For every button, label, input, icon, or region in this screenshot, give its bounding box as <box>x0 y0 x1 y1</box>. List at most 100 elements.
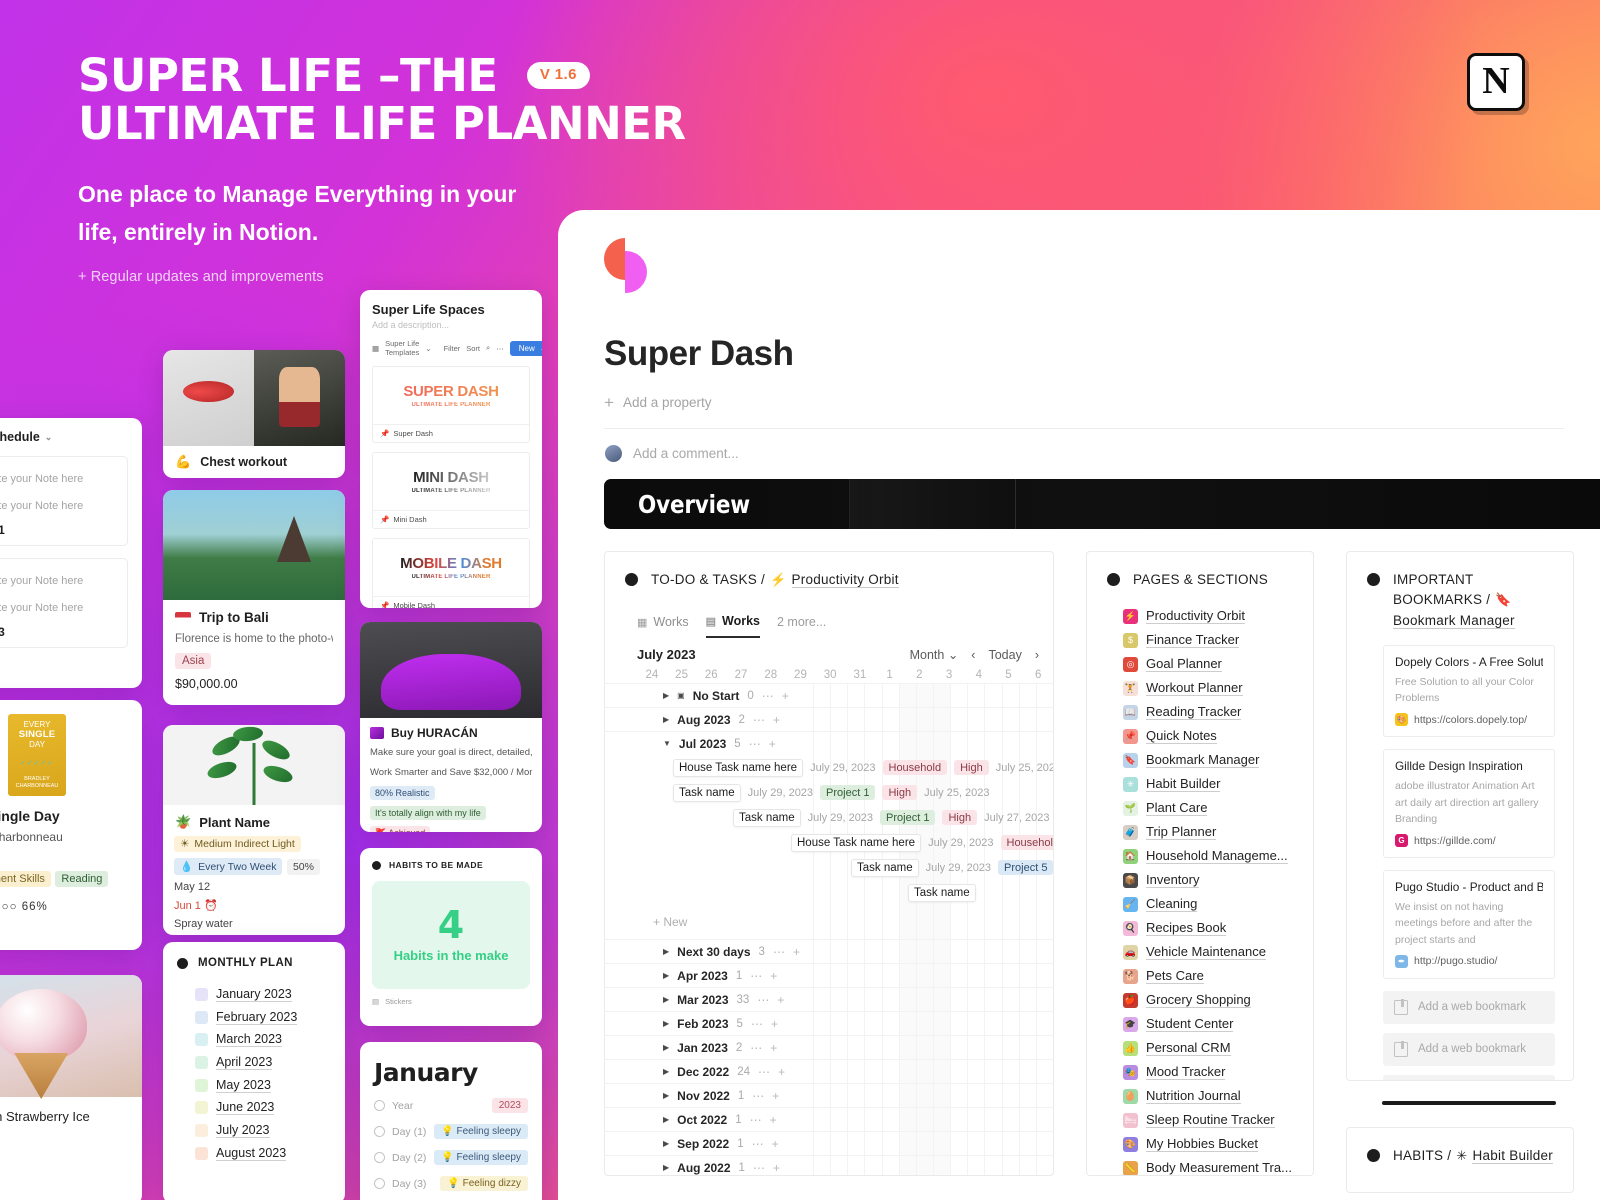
more-icon[interactable]: ⋯ <box>753 713 765 727</box>
add-icon[interactable]: + <box>778 1065 785 1079</box>
bookmark-url[interactable]: Ghttps://gillde.com/ <box>1395 834 1543 848</box>
task-name[interactable]: Task name <box>851 858 919 877</box>
triangle-right-icon[interactable]: ▶ <box>663 1115 669 1124</box>
month-link-item[interactable]: May 2023 <box>195 1074 345 1097</box>
triangle-right-icon[interactable]: ▶ <box>663 1043 669 1052</box>
add-icon[interactable]: + <box>777 993 784 1007</box>
page-link-item[interactable]: 👍 Personal CRM <box>1123 1036 1313 1060</box>
page-link-item[interactable]: ◎ Goal Planner <box>1123 652 1313 676</box>
study-schedule-card[interactable]: Study Schedule ⌄ Write your Note here Wr… <box>0 418 142 688</box>
page-link-item[interactable]: 🎨 My Hobbies Bucket <box>1123 1132 1313 1156</box>
timeline-group-row[interactable]: ▶ Mar 2023 33 ⋯ + <box>605 987 1053 1011</box>
bookmark-item[interactable]: Dopely Colors - A Free Solution ... Free … <box>1383 644 1555 738</box>
stickers-row[interactable]: ▤ Stickers <box>372 997 530 1006</box>
timeline-task-item[interactable]: House Task name here July 29, 2023 Househo… <box>605 755 1053 780</box>
task-name[interactable]: House Task name here <box>791 833 922 852</box>
recipe-card[interactable]: No-Churn Strawberry Ice Cream 20 mins 60… <box>0 975 142 1200</box>
page-link-item[interactable]: 🧹 Cleaning <box>1123 892 1313 916</box>
timeline-group-row[interactable]: ▶ Next 30 days 3 ⋯ + <box>605 939 1053 963</box>
sort-button[interactable]: Sort <box>466 344 480 353</box>
timeline-group-row[interactable]: ▶ Jan 2023 2 ⋯ + <box>605 1035 1053 1059</box>
timeline-task-item[interactable]: House Task name here July 29, 2023 Househo… <box>605 830 1053 855</box>
filter-button[interactable]: Filter <box>444 344 461 353</box>
page-link-item[interactable]: $ Finance Tracker <box>1123 628 1313 652</box>
more-icon[interactable]: ⋯ <box>496 344 504 353</box>
add-web-bookmark-button[interactable]: Add a web bookmark <box>1383 1074 1555 1080</box>
timeline-group-row[interactable]: ▶ Nov 2022 1 ⋯ + <box>605 1083 1053 1107</box>
task-name[interactable]: House Task name here <box>673 758 804 777</box>
timeline-task-item[interactable]: Task name July 29, 2023 Project 1 High July … <box>605 780 1053 805</box>
bookmark-item[interactable]: Gillde Design Inspiration adobe illustrat… <box>1383 749 1555 859</box>
search-icon[interactable]: ⌕ <box>486 343 490 353</box>
timeline-group-row[interactable]: ▶ Apr 2023 1 ⋯ + <box>605 963 1053 987</box>
page-link-item[interactable]: ⚡ Productivity Orbit <box>1123 604 1313 628</box>
add-web-bookmark-button[interactable]: Add a web bookmark <box>1383 990 1555 1024</box>
timeline-new-button[interactable]: + New <box>605 905 1053 939</box>
timeline-group-row[interactable]: ▶ Sep 2022 1 ⋯ + <box>605 1131 1053 1155</box>
tab-works-timeline[interactable]: ▤ Works <box>705 614 760 639</box>
page-link-item[interactable]: 📖 Reading Tracker <box>1123 700 1313 724</box>
page-link-item[interactable]: 🛏 Sleep Routine Tracker <box>1123 1108 1313 1132</box>
add-icon[interactable]: + <box>772 1137 779 1151</box>
task-name[interactable]: Task name <box>908 883 976 902</box>
add-comment-input[interactable]: Add a comment... <box>604 444 1600 463</box>
page-link-item[interactable]: 🔖 Bookmark Manager <box>1123 748 1313 772</box>
habits-to-be-made-card[interactable]: HABITS TO BE MADE 4 Habits in the make ▤… <box>360 848 542 1026</box>
bookmark-url[interactable]: 🎨 https://colors.dopely.top/ <box>1395 713 1543 727</box>
prev-button[interactable]: ‹ <box>971 648 975 662</box>
page-link-item[interactable]: 📌 Quick Notes <box>1123 724 1313 748</box>
task-name[interactable]: Task name <box>673 783 741 802</box>
space-template-card[interactable]: MINI DASH ULTIMATE LIFE PLANNER 📌 Mini Dash <box>372 452 530 529</box>
space-template-card[interactable]: MOBILE DASH ULTIMATE LIFE PLANNER 📌 Mobile … <box>372 538 530 608</box>
more-icon[interactable]: ⋯ <box>753 1161 765 1175</box>
triangle-right-icon[interactable]: ▶ <box>663 947 669 956</box>
page-link-item[interactable]: 🧳 Trip Planner <box>1123 820 1313 844</box>
timeline-task-item[interactable]: Task name July 29, 2023 Project 1 High July … <box>605 805 1053 830</box>
more-icon[interactable]: ⋯ <box>750 1041 762 1055</box>
goal-huracan-card[interactable]: Buy HURACÁN Make sure your goal is direc… <box>360 622 542 832</box>
triangle-down-icon[interactable]: ▼ <box>663 739 671 748</box>
chest-workout-card[interactable]: 💪 Chest workout <box>163 350 345 478</box>
timeline-task-item[interactable]: Task nameJuly 29, 2023Project 5Hi <box>605 855 1053 880</box>
timeline-group-row[interactable]: ▼ Jul 2023 5 ⋯ + <box>605 731 1053 755</box>
add-icon[interactable]: + <box>773 713 780 727</box>
month-link-item[interactable]: March 2023 <box>195 1028 345 1051</box>
add-icon[interactable]: + <box>771 1017 778 1031</box>
more-icon[interactable]: ⋯ <box>762 689 774 703</box>
add-icon[interactable]: + <box>772 1089 779 1103</box>
task-name[interactable]: Task name <box>733 808 801 827</box>
more-icon[interactable]: ⋯ <box>752 1089 764 1103</box>
page-link-item[interactable]: 🏠 Household Manageme... <box>1123 844 1313 868</box>
timeline-group-row[interactable]: ▶ ▣ No Start 0 ⋯ + <box>605 683 1053 707</box>
page-link-item[interactable]: 🏋 Workout Planner <box>1123 676 1313 700</box>
page-link-item[interactable]: 🍳 Recipes Book <box>1123 916 1313 940</box>
more-icon[interactable]: ⋯ <box>758 1065 770 1079</box>
bookmark-item[interactable]: Pugo Studio - Product and Bran... We insi… <box>1383 870 1555 979</box>
page-link-item[interactable]: 🐕 Pets Care <box>1123 964 1313 988</box>
triangle-right-icon[interactable]: ▶ <box>663 1091 669 1100</box>
month-link-item[interactable]: February 2023 <box>195 1006 345 1029</box>
page-link-item[interactable]: 🎓 Student Center <box>1123 1012 1313 1036</box>
page-link-item[interactable]: 🍎 Grocery Shopping <box>1123 988 1313 1012</box>
bookmark-manager-link[interactable]: Bookmark Manager <box>1393 612 1515 629</box>
triangle-right-icon[interactable]: ▶ <box>663 971 669 980</box>
trip-to-bali-card[interactable]: Trip to Bali Florence is home to the pho… <box>163 490 345 705</box>
today-button[interactable]: Today <box>988 648 1021 662</box>
more-icon[interactable]: ⋯ <box>750 969 762 983</box>
add-icon[interactable]: + <box>770 969 777 983</box>
timeline-group-row[interactable]: ▶ Oct 2022 1 ⋯ + <box>605 1107 1053 1131</box>
month-link-item[interactable]: April 2023 <box>195 1051 345 1074</box>
more-icon[interactable]: ⋯ <box>752 1137 764 1151</box>
add-property-button[interactable]: + Add a property <box>604 394 1600 411</box>
new-button[interactable]: New⌄ <box>509 340 542 356</box>
add-icon[interactable]: + <box>770 1041 777 1055</box>
timeline-group-row[interactable]: ▶ Aug 2022 1 ⋯ + <box>605 1155 1053 1175</box>
month-link-item[interactable]: June 2023 <box>195 1096 345 1119</box>
page-link-item[interactable]: ✳ Habit Builder <box>1123 772 1313 796</box>
plant-care-card[interactable]: 🪴 Plant Name ☀ Medium Indirect Light 💧 Eve… <box>163 725 345 935</box>
add-icon[interactable]: + <box>782 689 789 703</box>
triangle-right-icon[interactable]: ▶ <box>663 1019 669 1028</box>
bookmark-url[interactable]: ✒ http://pugo.studio/ <box>1395 954 1543 968</box>
reading-tracker-card[interactable]: EVERY SINGLE DAY ✓✓✓✓✓ BRADLEY CHARBONNE… <box>0 700 142 950</box>
tabs-more-button[interactable]: 2 more... <box>777 615 826 637</box>
